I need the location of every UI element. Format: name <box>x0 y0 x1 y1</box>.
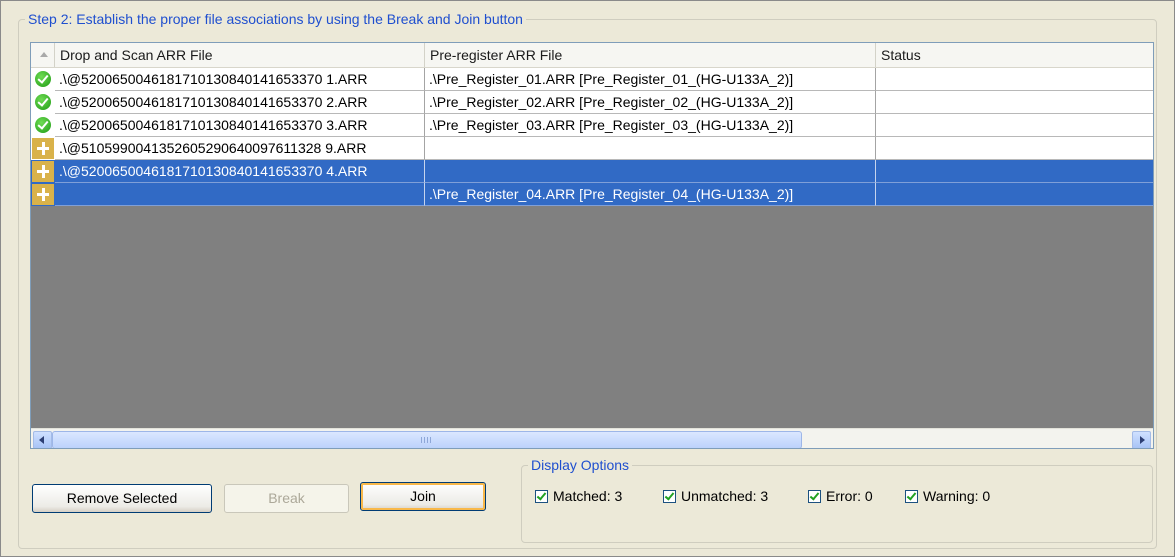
scan-file-cell: .\@5200650046181710130840141653370 3.ARR <box>55 114 425 137</box>
warning-label: Warning: 0 <box>923 488 991 504</box>
scroll-left-icon[interactable] <box>33 431 52 448</box>
error-checkbox[interactable] <box>808 490 821 503</box>
scan-file-cell: .\@5200650046181710130840141653370 1.ARR <box>55 68 425 91</box>
scroll-thumb[interactable] <box>52 431 802 448</box>
scan-file-cell: .\@5105990041352605290640097611328 9.ARR <box>55 137 425 160</box>
plus-icon <box>32 184 54 205</box>
table-row[interactable]: .\@5105990041352605290640097611328 9.ARR <box>31 137 1153 160</box>
table-row-selected[interactable]: .\@5200650046181710130840141653370 4.ARR <box>31 160 1153 183</box>
horizontal-scrollbar[interactable] <box>31 428 1153 448</box>
check-icon <box>32 92 54 113</box>
status-cell <box>876 68 1153 91</box>
matched-checkbox[interactable] <box>535 490 548 503</box>
status-cell <box>876 183 1153 206</box>
scan-file-cell: .\@5200650046181710130840141653370 4.ARR <box>55 160 425 183</box>
scroll-right-icon[interactable] <box>1132 431 1151 448</box>
column-header-scan[interactable]: Drop and Scan ARR File <box>55 43 425 67</box>
grid-header: Drop and Scan ARR File Pre-register ARR … <box>31 43 1153 68</box>
error-label: Error: 0 <box>826 488 873 504</box>
break-button[interactable]: Break <box>224 484 349 513</box>
preregister-file-cell: .\Pre_Register_02.ARR [Pre_Register_02_(… <box>425 91 876 114</box>
preregister-file-cell <box>425 137 876 160</box>
column-header-preregister[interactable]: Pre-register ARR File <box>425 43 876 67</box>
warning-checkbox[interactable] <box>905 490 918 503</box>
display-options-legend: Display Options <box>531 457 630 473</box>
check-icon <box>32 69 54 90</box>
matched-label: Matched: 3 <box>553 488 623 504</box>
sort-header-cell[interactable] <box>31 43 55 67</box>
column-header-status[interactable]: Status <box>876 43 1153 67</box>
group-legend: Step 2: Establish the proper file associ… <box>28 11 523 27</box>
preregister-file-cell: .\Pre_Register_03.ARR [Pre_Register_03_(… <box>425 114 876 137</box>
table-row[interactable]: .\@5200650046181710130840141653370 3.ARR… <box>31 114 1153 137</box>
remove-selected-button[interactable]: Remove Selected <box>32 484 212 513</box>
unmatched-label: Unmatched: 3 <box>681 488 769 504</box>
status-cell <box>876 114 1153 137</box>
plus-icon <box>32 138 54 159</box>
sort-arrow-icon <box>40 52 48 57</box>
join-button[interactable]: Join <box>360 482 486 511</box>
scan-file-cell: .\@5200650046181710130840141653370 2.ARR <box>55 91 425 114</box>
file-association-grid[interactable]: Drop and Scan ARR File Pre-register ARR … <box>30 42 1154 449</box>
preregister-file-cell: .\Pre_Register_01.ARR [Pre_Register_01_(… <box>425 68 876 91</box>
plus-icon <box>32 161 54 182</box>
status-cell <box>876 137 1153 160</box>
status-cell <box>876 91 1153 114</box>
unmatched-checkbox[interactable] <box>663 490 676 503</box>
table-row-selected[interactable]: .\Pre_Register_04.ARR [Pre_Register_04_(… <box>31 183 1153 206</box>
preregister-file-cell: .\Pre_Register_04.ARR [Pre_Register_04_(… <box>425 183 876 206</box>
table-row[interactable]: .\@5200650046181710130840141653370 1.ARR… <box>31 68 1153 91</box>
preregister-file-cell <box>425 160 876 183</box>
status-cell <box>876 160 1153 183</box>
table-row[interactable]: .\@5200650046181710130840141653370 2.ARR… <box>31 91 1153 114</box>
scan-file-cell <box>55 183 425 206</box>
check-icon <box>32 115 54 136</box>
